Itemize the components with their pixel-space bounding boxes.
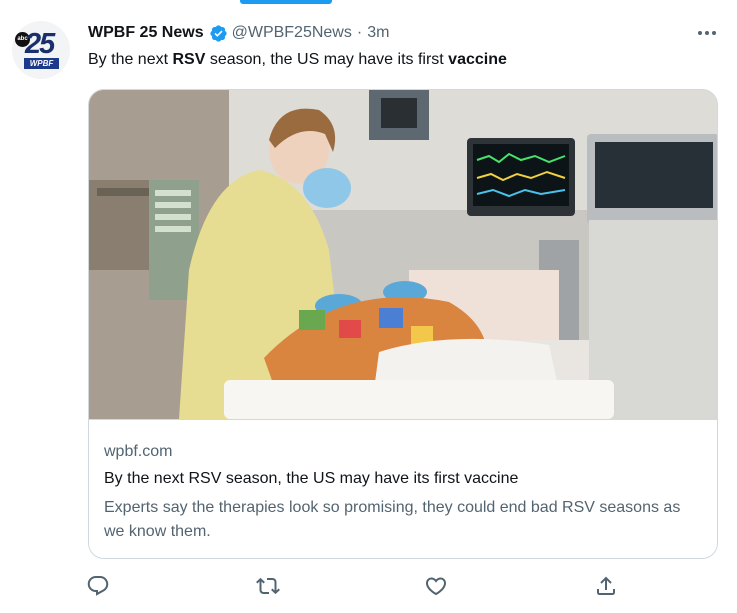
verified-badge-icon [209, 24, 227, 42]
timestamp[interactable]: 3m [367, 24, 389, 42]
channel-number: 25 [25, 28, 55, 60]
call-sign: WPBF [24, 58, 59, 69]
tweet-header: WPBF 25 News @WPBF25News · 3m [88, 22, 389, 44]
card-description: Experts say the therapies look so promis… [104, 499, 681, 540]
highlight-rsv: RSV [172, 51, 206, 68]
tweet-text: By the next RSV season, the US may have … [88, 51, 507, 68]
separator-dot: · [356, 24, 363, 41]
link-card[interactable]: wpbf.com By the next RSV season, the US … [88, 89, 718, 559]
like-button[interactable] [424, 574, 448, 598]
share-button[interactable] [594, 574, 618, 598]
reply-button[interactable] [86, 574, 110, 598]
more-icon[interactable] [694, 22, 720, 44]
active-indicator [240, 0, 332, 4]
retweet-icon [256, 577, 280, 595]
share-icon [597, 576, 615, 595]
author-handle[interactable]: @WPBF25News [232, 24, 352, 42]
card-image[interactable] [89, 90, 718, 419]
highlight-vaccine: vaccine [448, 51, 507, 68]
author-name[interactable]: WPBF 25 News [88, 24, 204, 42]
card-title[interactable]: By the next RSV season, the US may have … [104, 470, 518, 488]
reply-icon [87, 576, 109, 596]
avatar[interactable]: abc 25 WPBF [12, 21, 70, 79]
card-domain: wpbf.com [104, 443, 173, 460]
like-icon [425, 577, 447, 596]
tweet[interactable]: abc 25 WPBF WPBF 25 News @WPBF25News · 3… [0, 0, 737, 613]
retweet-button[interactable] [256, 574, 280, 598]
card-divider [89, 419, 717, 420]
